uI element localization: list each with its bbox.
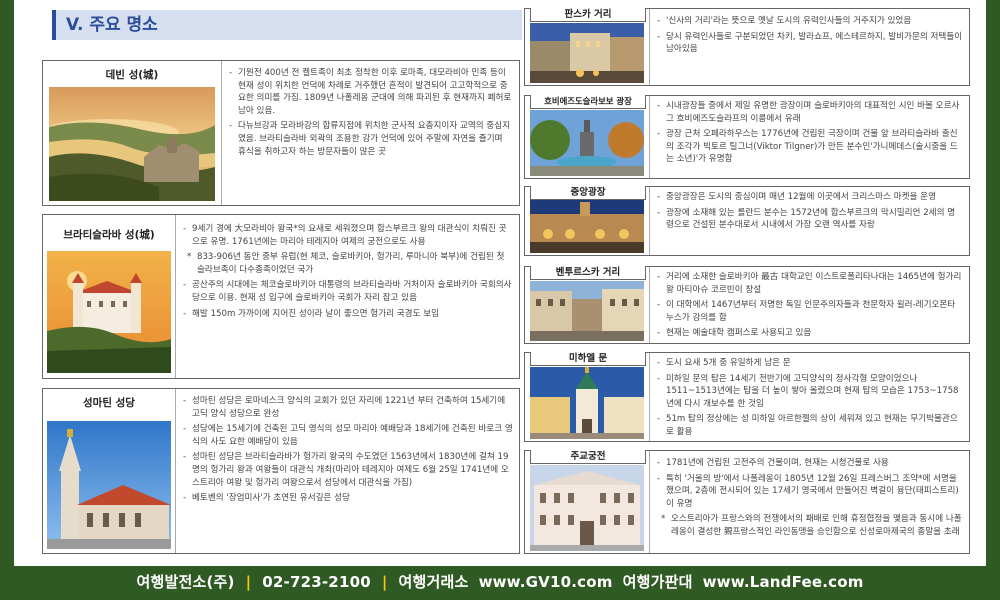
card-body: '신사의 거리'라는 뜻으로 옛날 도시의 유력인사들의 거주지가 있었음 당시… <box>657 15 963 59</box>
list-item: 베토벤의 '장엄미사'가 초연된 유서깊은 성당 <box>183 492 513 505</box>
card-hviezdoslav-square: 흐비에즈도슬라보보 광장 시내광장들 중에서 제일 유명한 광장이며 슬로바키아… <box>524 95 970 179</box>
footer-phone: 02-723-2100 <box>262 573 371 591</box>
list-item: 광장 근처 오페라하우스는 1776년에 건립된 극장이며 건물 앞 브라티슬라… <box>657 128 963 166</box>
card-body: 1781년에 건립된 고전주의 건물이며, 현재는 시청건물로 사용 특히 '거… <box>657 457 963 542</box>
card-title: 주교궁전 <box>530 450 646 464</box>
list-item: 도시 요새 5개 중 유일하게 남은 문 <box>657 357 963 370</box>
list-item: 성당에는 15세기에 건축된 고딕 영식의 성모 마리아 예배당과 18세기에 … <box>183 423 513 448</box>
list-item: 광장에 소재해 있는 롤란드 분수는 1572년에 합스부르크의 막시밀리언 2… <box>657 207 963 232</box>
card-st-martin: 성마틴 성당 성마틴 성당은 로마네스크 양식의 교회가 있던 자 <box>42 388 520 554</box>
list-item: 공산주의 시대에는 체코슬로바키아 대통령의 브라티슬라바 거처이자 슬로바키아… <box>183 279 513 304</box>
list-item: 1781년에 건립된 고전주의 건물이며, 현재는 시청건물로 사용 <box>657 457 963 470</box>
hviezdoslav-square-photo <box>530 110 644 176</box>
card-primate-palace: 주교궁전 1781년에 건립된 고전주의 건물이며, 현재는 시청건물로 사용 <box>524 450 970 554</box>
list-item: 51m 탑의 정상에는 성 미하일 아르한젤의 상이 세워져 있고 현재는 무기… <box>657 413 963 438</box>
footnote-item: 오스트리아가 프랑스와의 전쟁에서의 패배로 인해 휴정협정을 맺음과 동시에 … <box>657 513 963 538</box>
bratislava-castle-photo <box>47 251 171 373</box>
card-title: 미하엘 문 <box>530 352 646 366</box>
footer-company: 여행발전소(주) <box>136 573 235 591</box>
card-left-panel: 미하엘 문 <box>525 352 650 441</box>
list-item: 당시 유력인사들로 구분되었던 차키, 발라쇼프, 에스테르하지, 발비가문의 … <box>657 31 963 56</box>
card-title: 벤투르스카 거리 <box>530 266 646 280</box>
card-left-panel: 주교궁전 <box>525 450 650 553</box>
footer-brand-2: 여행가판대 <box>622 573 693 591</box>
card-left-panel: 브라티슬라바 성(城) <box>43 215 176 378</box>
st-martin-photo <box>47 421 171 549</box>
card-title: 판스카 거리 <box>530 8 646 22</box>
list-item: 9세기 경에 大모라비아 왕국*의 요새로 세워졌으며 합스부르크 왕의 대관식… <box>183 223 513 248</box>
card-left-panel: 성마틴 성당 <box>43 389 176 553</box>
list-item: 현재는 예술대학 캠퍼스로 사용되고 있음 <box>657 327 963 340</box>
list-item: 시내광장들 중에서 제일 유명한 광장이며 슬로바키아의 대표적인 시인 바볼 … <box>657 100 963 125</box>
footnote-item: 833-906년 동안 중부 유럽(현 체코, 슬로바키아, 헝가리, 루마니아… <box>183 251 513 276</box>
card-left-panel: 데빈 성(城) <box>43 61 222 205</box>
main-square-photo <box>530 200 644 253</box>
card-left-panel: 중앙광장 <box>525 186 650 255</box>
footer-brand-1: 여행거래소 <box>398 573 469 591</box>
list-item: 해발 150m 가까이에 지어진 성이라 날이 좋으면 헝가리 국경도 보임 <box>183 308 513 321</box>
card-body: 기원전 400년 전 켈트족이 최초 정착한 이후 로마족, 대모라비아 민족 … <box>229 67 513 161</box>
list-item: 특히 '거울의 방'에서 나폴레옹이 1805년 12월 26일 프레스버그 조… <box>657 473 963 511</box>
footer-url-2[interactable]: www.LandFee.com <box>703 573 864 591</box>
footer-bar: 여행발전소(주) | 02-723-2100 | 여행거래소 www.GV10.com 여행… <box>0 566 1000 600</box>
card-body: 성마틴 성당은 로마네스크 양식의 교회가 있던 자리에 1221년 부터 건축… <box>183 395 513 508</box>
list-item: 이 대학에서 1467년부터 저명한 독일 인문주의자들과 천문학자 윌러-레기… <box>657 299 963 324</box>
section-title: V. 주요 명소 <box>52 10 522 40</box>
card-main-square: 중앙광장 중앙광장은 도시의 중심이며 매년 12월에 이곳에서 크리스마스 마… <box>524 186 970 256</box>
card-left-panel: 흐비에즈도슬라보보 광장 <box>525 95 650 178</box>
card-title: 중앙광장 <box>530 186 646 200</box>
card-left-panel: 벤투르스카 거리 <box>525 266 650 343</box>
footer-url-1[interactable]: www.GV10.com <box>479 573 613 591</box>
list-item: 중앙광장은 도시의 중심이며 매년 12월에 이곳에서 크리스마스 마켓을 운영 <box>657 191 963 204</box>
list-item: 성마틴 성당은 로마네스크 양식의 교회가 있던 자리에 1221년 부터 건축… <box>183 395 513 420</box>
list-item: '신사의 거리'라는 뜻으로 옛날 도시의 유력인사들의 거주지가 있었음 <box>657 15 963 28</box>
card-venturska-street: 벤투르스카 거리 거리에 소재한 슬로바키아 最古 대학교인 이스트로폴리타나대… <box>524 266 970 344</box>
card-body: 도시 요새 5개 중 유일하게 남은 문 미하일 문의 탑은 14세기 전반기에… <box>657 357 963 442</box>
list-item: 미하일 문의 탑은 14세기 전반기에 고딕양식의 정사각형 모양이었으나 15… <box>657 373 963 411</box>
venturska-street-photo <box>530 281 644 341</box>
card-left-panel: 판스카 거리 <box>525 8 650 85</box>
card-panska-street: 판스카 거리 '신사의 거리'라는 뜻으로 옛날 도시의 유력인사들의 거주지가… <box>524 8 970 86</box>
card-body: 거리에 소재한 슬로바키아 最古 대학교인 이스트로폴리타나대는 1465년에 … <box>657 271 963 343</box>
page-sheet: V. 주요 명소 데빈 성(城) 기원전 400년 <box>14 0 986 566</box>
list-item: 거리에 소재한 슬로바키아 最古 대학교인 이스트로폴리타나대는 1465년에 … <box>657 271 963 296</box>
card-bratislava-castle: 브라티슬라바 성(城) - 9세기 경에 大모라비아 왕국*의 요새로 세워졌으… <box>42 214 520 379</box>
card-michael-gate: 미하엘 문 도시 요새 5개 중 유일하게 남은 문 미하일 문의 탑은 14세… <box>524 352 970 442</box>
devin-castle-photo <box>49 87 215 201</box>
card-body: 시내광장들 중에서 제일 유명한 광장이며 슬로바키아의 대표적인 시인 바볼 … <box>657 100 963 169</box>
card-body: 중앙광장은 도시의 중심이며 매년 12월에 이곳에서 크리스마스 마켓을 운영… <box>657 191 963 235</box>
card-devin-castle: 데빈 성(城) 기원전 400년 전 켈트족이 최초 정착한 이후 로마족, 대… <box>42 60 520 206</box>
primate-palace-photo <box>530 465 644 551</box>
card-title: 브라티슬라바 성(城) <box>63 229 155 241</box>
card-body: 9세기 경에 大모라비아 왕국*의 요새로 세워졌으며 합스부르크 왕의 대관식… <box>183 223 513 323</box>
list-item: 성마틴 성당은 브라티슬라바가 헝가리 왕국의 수도였던 1563년에서 183… <box>183 451 513 489</box>
list-item: 기원전 400년 전 켈트족이 최초 정착한 이후 로마족, 대모라비아 민족 … <box>229 67 513 117</box>
list-item: 다뉴브강과 모라바강의 합류지점에 위치한 군사적 요충지이자 교역의 중심지였… <box>229 120 513 158</box>
card-title: 성마틴 성당 <box>83 397 135 409</box>
card-title: 데빈 성(城) <box>105 69 159 81</box>
card-title: 흐비에즈도슬라보보 광장 <box>530 95 646 109</box>
michael-gate-photo <box>530 367 644 439</box>
panska-street-photo <box>530 23 644 83</box>
